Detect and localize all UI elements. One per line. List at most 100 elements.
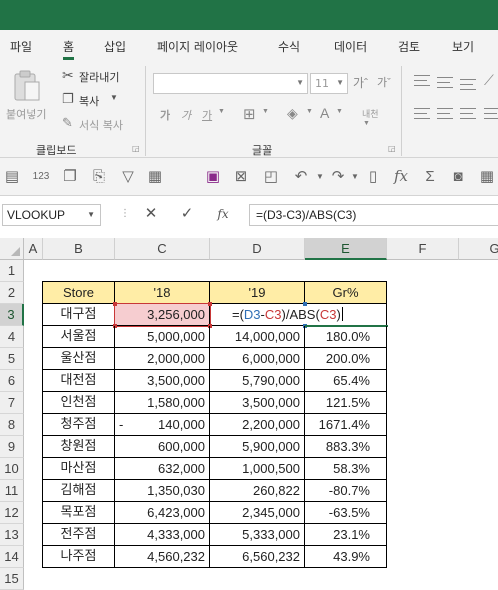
- tab-insert[interactable]: 삽입: [104, 38, 126, 55]
- header-cell-gr[interactable]: Gr%: [305, 282, 387, 304]
- tab-review[interactable]: 검토: [398, 38, 420, 55]
- growth-cell[interactable]: 180.0%: [305, 326, 387, 348]
- y18-cell[interactable]: 5,000,000: [115, 326, 210, 348]
- undo-icon[interactable]: ↶: [292, 168, 310, 185]
- store-cell[interactable]: 대구점: [43, 304, 115, 326]
- column-header-b[interactable]: B: [43, 238, 115, 260]
- italic-button[interactable]: 가: [181, 107, 191, 123]
- select-all-button[interactable]: [0, 238, 24, 260]
- table-toggle-icon[interactable]: ▦: [478, 168, 496, 185]
- border-icon[interactable]: ⊞: [243, 105, 256, 123]
- y18-cell[interactable]: 1,580,000: [115, 392, 210, 414]
- header-cell-19[interactable]: '19: [210, 282, 305, 304]
- undo-dropdown-icon[interactable]: ▼: [311, 168, 329, 185]
- y18-cell[interactable]: 3,500,000: [115, 370, 210, 392]
- orientation-icon[interactable]: ⟋: [484, 72, 494, 89]
- cancel-icon[interactable]: ✕: [142, 206, 160, 222]
- column-header-d[interactable]: D: [210, 238, 305, 260]
- number-format-icon[interactable]: 123: [32, 168, 50, 185]
- row-header-15[interactable]: 15: [0, 568, 24, 590]
- filter-icon[interactable]: ▽: [119, 168, 137, 185]
- reference-handle[interactable]: [208, 302, 212, 306]
- chevron-down-icon[interactable]: ▼: [306, 108, 313, 115]
- row-header-12[interactable]: 12: [0, 502, 24, 524]
- growth-cell[interactable]: 23.1%: [305, 524, 387, 546]
- store-cell[interactable]: 목포점: [43, 502, 115, 524]
- y19-cell[interactable]: 5,790,000: [210, 370, 305, 392]
- chevron-down-icon[interactable]: ▼: [87, 210, 95, 219]
- row-header-11[interactable]: 11: [0, 480, 24, 502]
- store-cell[interactable]: 김해점: [43, 480, 115, 502]
- name-box[interactable]: VLOOKUP ▼: [2, 204, 101, 226]
- header-cell-store[interactable]: Store: [43, 282, 115, 304]
- font-size-combo[interactable]: 11 ▼: [310, 73, 348, 94]
- indent-icon[interactable]: [484, 108, 498, 119]
- table-icon[interactable]: ▦: [146, 168, 164, 185]
- y19-cell[interactable]: 5,333,000: [210, 524, 305, 546]
- store-cell[interactable]: 창원점: [43, 436, 115, 458]
- copy-button[interactable]: 복사: [79, 93, 99, 109]
- open-icon[interactable]: ◰: [262, 168, 280, 185]
- paste-values-icon[interactable]: ❐: [61, 168, 79, 185]
- underline-button[interactable]: 가: [202, 107, 212, 123]
- fill-color-icon[interactable]: ◈: [287, 105, 298, 122]
- y18-cell[interactable]: 4,560,232: [115, 546, 210, 568]
- y19-cell[interactable]: 6,560,232: [210, 546, 305, 568]
- growth-cell[interactable]: 58.3%: [305, 458, 387, 480]
- new-file-icon[interactable]: ▯: [364, 168, 382, 185]
- row-header-3[interactable]: 3: [0, 304, 24, 326]
- form-icon[interactable]: ▤: [3, 168, 21, 185]
- copy-dropdown-icon[interactable]: ▼: [110, 93, 118, 102]
- growth-cell[interactable]: 121.5%: [305, 392, 387, 414]
- align-top-icon[interactable]: [414, 75, 430, 86]
- spreadsheet-grid[interactable]: A B C D E F G 1 2 3 4 5 6 7 8 9 10 11 12…: [0, 236, 498, 590]
- redo-dropdown-icon[interactable]: ▼: [346, 168, 364, 185]
- growth-cell[interactable]: -80.7%: [305, 480, 387, 502]
- growth-cell[interactable]: 65.4%: [305, 370, 387, 392]
- y19-cell[interactable]: 2,200,000: [210, 414, 305, 436]
- align-bottom-icon[interactable]: [460, 79, 476, 90]
- column-header-f[interactable]: F: [387, 238, 459, 260]
- tab-page-layout[interactable]: 페이지 레이아웃: [157, 38, 238, 55]
- editing-cell-e3[interactable]: =(D3-C3)/ABS(C3): [210, 304, 387, 326]
- reference-handle[interactable]: [303, 302, 307, 306]
- autosum-icon[interactable]: Σ: [421, 168, 439, 185]
- tab-formulas[interactable]: 수식: [278, 38, 300, 55]
- align-left-icon[interactable]: [414, 108, 430, 119]
- store-cell[interactable]: 인천점: [43, 392, 115, 414]
- decrease-font-icon[interactable]: 가ˇ: [377, 74, 391, 90]
- camera-icon[interactable]: ◙: [449, 168, 467, 185]
- row-header-10[interactable]: 10: [0, 458, 24, 480]
- y18-cell[interactable]: 2,000,000: [115, 348, 210, 370]
- y18-cell[interactable]: 632,000: [115, 458, 210, 480]
- row-header-8[interactable]: 8: [0, 414, 24, 436]
- tab-home[interactable]: 홈: [63, 38, 75, 60]
- font-name-combo[interactable]: ▼: [153, 73, 308, 94]
- row-header-7[interactable]: 7: [0, 392, 24, 414]
- reference-handle[interactable]: [113, 302, 117, 306]
- y18-cell[interactable]: 1,350,030: [115, 480, 210, 502]
- y19-cell[interactable]: 6,000,000: [210, 348, 305, 370]
- store-cell[interactable]: 서울점: [43, 326, 115, 348]
- store-cell[interactable]: 울산점: [43, 348, 115, 370]
- tab-file[interactable]: 파일: [10, 38, 32, 55]
- align-middle-icon[interactable]: [437, 77, 453, 88]
- row-header-2[interactable]: 2: [0, 282, 24, 304]
- y19-cell[interactable]: 5,900,000: [210, 436, 305, 458]
- y18-cell[interactable]: - 140,000: [115, 414, 210, 436]
- y19-cell[interactable]: 2,345,000: [210, 502, 305, 524]
- insert-function-button[interactable]: fx: [214, 206, 232, 222]
- row-header-6[interactable]: 6: [0, 370, 24, 392]
- save-icon[interactable]: ▣: [204, 168, 222, 185]
- format-painter-button[interactable]: 서식 복사: [79, 117, 123, 133]
- tab-view[interactable]: 보기: [452, 38, 474, 55]
- increase-font-icon[interactable]: 가ˆ: [353, 74, 368, 91]
- y19-cell[interactable]: 1,000,500: [210, 458, 305, 480]
- growth-cell[interactable]: 883.3%: [305, 436, 387, 458]
- redo-icon[interactable]: ↷: [329, 168, 347, 185]
- enter-icon[interactable]: ✓: [178, 206, 196, 222]
- y19-cell[interactable]: 14,000,000: [210, 326, 305, 348]
- growth-cell[interactable]: 43.9%: [305, 546, 387, 568]
- print-preview-icon[interactable]: ⊠: [232, 168, 250, 185]
- clipboard-launcher-icon[interactable]: ◲: [132, 144, 140, 153]
